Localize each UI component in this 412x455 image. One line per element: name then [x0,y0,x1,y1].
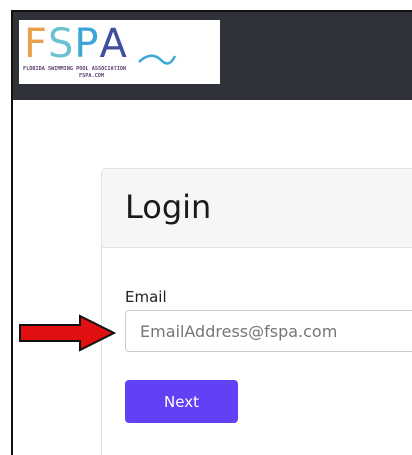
red-arrow-icon [19,314,117,352]
logo-letter-s: S [48,21,75,67]
logo-letter-f: F [24,21,49,67]
logo-letter-a: A [99,21,128,67]
next-button[interactable]: Next [125,380,238,423]
logo-subtitle: FLORIDA SWIMMING POOL ASSOCIATION [23,66,127,72]
logo-wordmark: FSPA [24,24,128,64]
logo-letter-p: P [74,21,100,67]
email-label: Email [125,288,167,306]
wave-icon [138,54,177,65]
browser-frame: FSPA FLORIDA SWIMMING POOL ASSOCIATION F… [11,10,412,455]
email-field[interactable] [125,310,412,352]
login-card-header: Login [102,169,412,248]
page-title: Login [125,188,212,226]
login-card: Login Email Next [101,168,412,455]
logo-domain: FSPA.COM [79,73,104,79]
fspa-logo[interactable]: FSPA FLORIDA SWIMMING POOL ASSOCIATION F… [19,20,220,84]
top-navbar: FSPA FLORIDA SWIMMING POOL ASSOCIATION F… [13,12,412,100]
